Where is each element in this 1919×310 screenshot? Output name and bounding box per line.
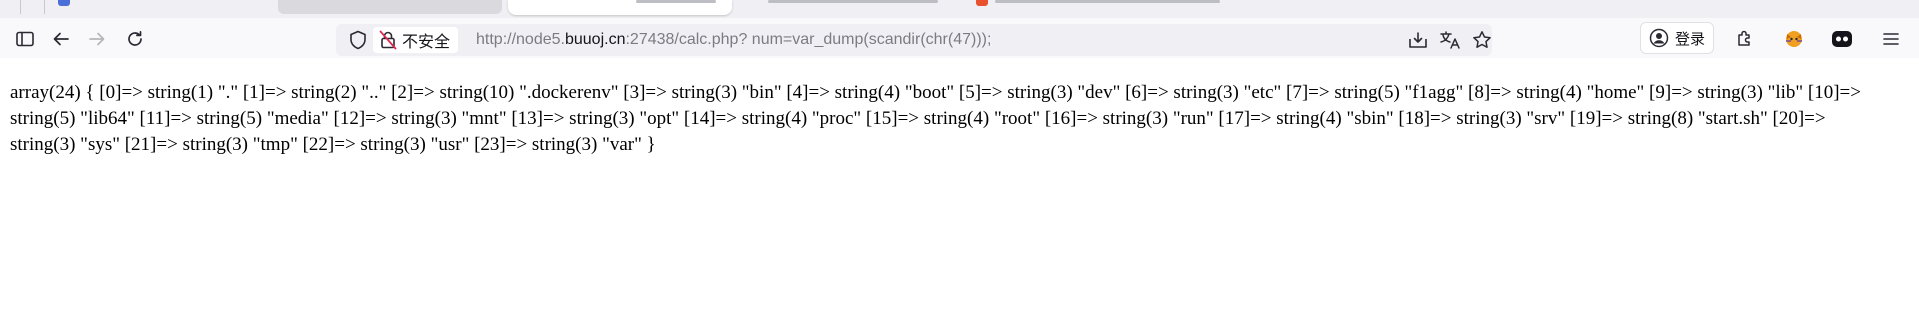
tab-title-stub <box>636 0 716 3</box>
forward-button[interactable] <box>82 24 112 54</box>
tab-title-stub[interactable] <box>995 0 1220 3</box>
app-menu-button[interactable] <box>1876 24 1906 54</box>
tab-favicon-icon <box>58 0 70 6</box>
reload-icon <box>126 30 144 48</box>
page-content: array(24) { [0]=> string(1) "." [1]=> st… <box>0 58 1919 310</box>
navigation-toolbar: 不安全 http://node5.buuoj.cn:27438/calc.php… <box>0 18 1919 58</box>
fox-extension-icon <box>1783 28 1805 50</box>
mask-extension-icon <box>1831 29 1853 49</box>
tab-favicon-icon <box>976 0 988 6</box>
translate-button[interactable] <box>1437 27 1463 53</box>
tab-inactive[interactable] <box>278 0 502 14</box>
tracking-protection-button[interactable] <box>346 28 370 52</box>
var-dump-output: array(24) { [0]=> string(1) "." [1]=> st… <box>10 82 1861 155</box>
extension-container-button[interactable] <box>1827 24 1857 54</box>
reload-button[interactable] <box>120 24 150 54</box>
address-bar[interactable]: 不安全 http://node5.buuoj.cn:27438/calc.php… <box>336 24 1492 56</box>
arrow-right-icon <box>88 31 106 47</box>
url-path: :27438/calc.php? num=var_dump(scandir(ch… <box>625 31 992 48</box>
star-icon <box>1472 30 1492 50</box>
extension-fox-button[interactable] <box>1779 24 1809 54</box>
hamburger-menu-icon <box>1882 31 1900 47</box>
bookmark-button[interactable] <box>1469 27 1495 53</box>
tab-separator <box>44 0 45 14</box>
extensions-button[interactable] <box>1730 24 1760 54</box>
download-tray-icon <box>1408 31 1428 49</box>
puzzle-piece-icon <box>1735 29 1755 49</box>
site-security-indicator[interactable]: 不安全 <box>373 27 459 53</box>
shield-icon <box>349 30 367 50</box>
translate-icon <box>1439 30 1461 50</box>
account-icon <box>1649 28 1669 48</box>
back-button[interactable] <box>46 24 76 54</box>
url-host: buuoj.cn <box>564 31 626 48</box>
tab-separator <box>20 0 21 14</box>
url-text[interactable]: http://node5.buuoj.cn:27438/calc.php? nu… <box>476 31 991 49</box>
sidebar-icon <box>16 31 34 47</box>
arrow-left-icon <box>52 31 70 47</box>
save-page-button[interactable] <box>1405 27 1431 53</box>
tab-title-stub[interactable] <box>768 0 938 3</box>
account-login-button[interactable]: 登录 <box>1640 22 1715 54</box>
tab-strip <box>0 0 1919 19</box>
tab-active[interactable] <box>508 0 732 15</box>
sidebar-toggle-button[interactable] <box>10 24 40 54</box>
insecure-label: 不安全 <box>402 34 451 51</box>
login-label: 登录 <box>1675 30 1706 48</box>
url-prefix: http://node5. <box>476 31 565 48</box>
insecure-lock-icon <box>379 30 397 50</box>
